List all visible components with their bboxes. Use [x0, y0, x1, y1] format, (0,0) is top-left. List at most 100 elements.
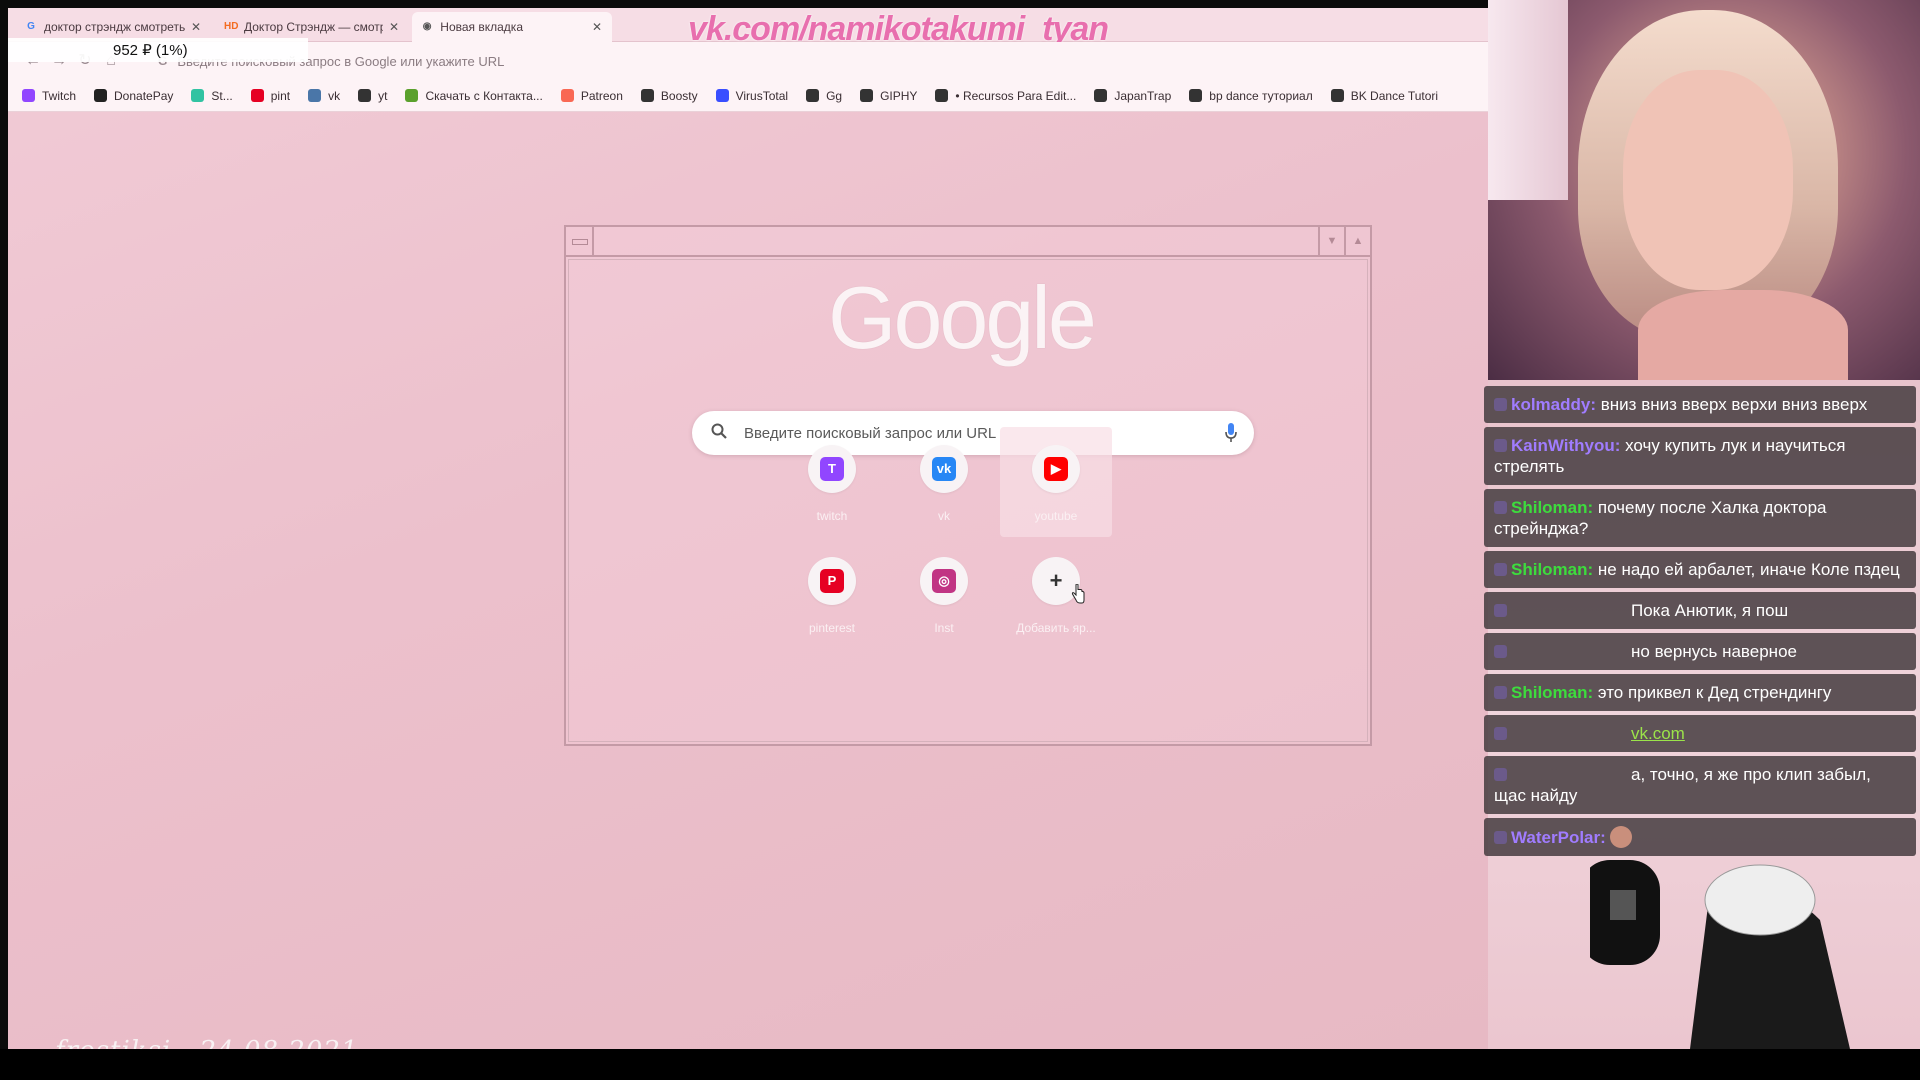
badge-icon: [1494, 501, 1507, 514]
bookmark-item[interactable]: VirusTotal: [715, 88, 789, 103]
address-bar[interactable]: G Введите поисковый запрос в Google или …: [158, 47, 1478, 75]
donation-amount: 952 ₽ (1%): [113, 42, 188, 59]
twitch-icon: [22, 89, 35, 102]
chat-username: kolmaddy:: [1511, 395, 1597, 414]
tab-title: Доктор Стрэндж — смотреть он: [244, 20, 383, 34]
globe-icon: [358, 89, 372, 102]
close-icon[interactable]: ✕: [191, 20, 201, 34]
retro-window-bar: ▼ ▲: [566, 227, 1370, 257]
shortcut-label: vk: [938, 509, 950, 523]
shortcut-label: Добавить яр...: [1016, 621, 1096, 635]
donation-goal-overlay: 952 ₽ (1%): [8, 38, 308, 62]
shortcut-tile[interactable]: Ppinterest: [776, 539, 888, 649]
chat-text: не надо ей арбалет, иначе Коле пздец: [1593, 560, 1900, 579]
emote-icon: [1609, 826, 1632, 848]
chat-message: WaterPolar:: [1484, 818, 1916, 856]
globe-icon: [1189, 89, 1203, 102]
bookmark-item[interactable]: BK Dance Tutori: [1330, 88, 1439, 103]
bookmark-label: • Recursos Para Edit...: [955, 88, 1077, 103]
badge-icon: [1494, 727, 1507, 740]
google-icon: G: [27, 21, 35, 32]
shortcut-icon-circle: vk: [920, 445, 968, 493]
plus-icon: +: [1049, 568, 1063, 593]
bookmark-item[interactable]: yt: [358, 89, 387, 103]
bookmark-item[interactable]: Twitch: [22, 89, 76, 103]
vk-icon: [308, 89, 322, 102]
tab-title: доктор стрэндж смотреть онла: [43, 20, 185, 34]
chat-username: Shiloman:: [1511, 683, 1594, 702]
google-logo: Google: [828, 268, 1097, 367]
bookmark-item[interactable]: vk: [308, 89, 340, 103]
shortcut-icon-circle: P: [808, 557, 856, 605]
bookmark-label: vk: [328, 88, 341, 103]
bookmark-label: Twitch: [42, 88, 77, 103]
chat-username: KainWithyou:: [1511, 436, 1621, 455]
bookmark-label: VirusTotal: [735, 88, 789, 103]
bookmark-item[interactable]: bp dance туториал: [1189, 89, 1313, 103]
bookmark-label: BK Dance Tutori: [1350, 88, 1439, 103]
bookmark-label: Скачать с Контакта...: [425, 88, 543, 103]
bookmark-item[interactable]: JapanTrap: [1094, 89, 1171, 103]
close-icon[interactable]: ✕: [592, 20, 602, 34]
chat-message: Shiloman: не надо ей арбалет, иначе Коле…: [1484, 551, 1916, 588]
globe-icon: [806, 89, 820, 102]
bookmark-label: St...: [211, 88, 233, 103]
chevron-down-icon: ▼: [1318, 227, 1344, 255]
stream-frame: G доктор стрэндж смотреть онла ✕ HD Докт…: [0, 0, 1920, 1080]
chat-message: KainWithyou: хочу купить лук и научиться…: [1484, 427, 1916, 485]
bookmark-item[interactable]: pint: [250, 88, 291, 103]
shortcut-icon-circle: ▶: [1032, 445, 1080, 493]
bookmark-label: Boosty: [660, 88, 698, 103]
chat-message: Пока Анютик, я пош: [1484, 592, 1916, 629]
chat-text: Пока Анютик, я пош: [1631, 601, 1789, 620]
bookmark-label: DonatePay: [114, 88, 174, 103]
bookmarks-bar: Twitch DonatePay St... pint vk yt Скачать с Ко…: [8, 80, 1488, 112]
new-tab-panel: ▼ ▲ Google Ttwitch vk vk ▶ youtube Ppinterest…: [564, 225, 1372, 746]
chat-message: kolmaddy: вниз вниз вверх верхи вниз вве…: [1484, 386, 1916, 423]
bookmark-item[interactable]: St...: [191, 88, 233, 103]
shortcut-tile[interactable]: ▶ youtube: [1000, 427, 1112, 537]
bookmark-label: pint: [270, 88, 291, 103]
shortcut-icon-circle: ◎: [920, 557, 968, 605]
chat-text: вниз вниз вверх верхи вниз вверх: [1596, 395, 1868, 414]
background-light: [1488, 0, 1568, 200]
shortcut-tile[interactable]: vk vk: [888, 427, 1000, 537]
minimize-icon: [566, 227, 594, 255]
vk-icon: vk: [932, 457, 956, 481]
bookmark-item[interactable]: Скачать с Контакта...: [405, 88, 543, 103]
bookmark-item[interactable]: DonatePay: [94, 89, 173, 103]
microphone-icon[interactable]: [1224, 422, 1238, 444]
bookmark-item[interactable]: Patreon: [560, 88, 623, 103]
chat-message: а, точно, я же про клип забыл, щас найду: [1484, 756, 1916, 814]
bookmark-item[interactable]: GIPHY: [860, 89, 917, 103]
shortcut-tile[interactable]: ◎ Inst: [888, 539, 1000, 649]
badge-icon: [1494, 563, 1507, 576]
shortcut-tile[interactable]: + Добавить яр...: [1000, 539, 1112, 649]
chevron-up-icon: ▲: [1344, 227, 1370, 255]
streamer-neck: [1638, 290, 1848, 380]
globe-icon: [640, 89, 654, 102]
shortcut-label: pinterest: [808, 621, 856, 635]
tab-title: Новая вкладка: [440, 20, 523, 34]
badge-icon: [1494, 604, 1507, 617]
shortcut-tile[interactable]: Ttwitch: [776, 427, 888, 537]
bookmark-label: JapanTrap: [1114, 88, 1172, 103]
bookmark-item[interactable]: Boosty: [640, 88, 698, 103]
chat-text: а, точно, я же про клип забыл, щас найду: [1494, 765, 1871, 805]
bookmark-label: GIPHY: [880, 88, 918, 103]
close-icon[interactable]: ✕: [389, 20, 399, 34]
webcam-feed: [1488, 0, 1920, 380]
chat-text: это приквел к Дед стрендингу: [1593, 683, 1832, 702]
virustotal-icon: [715, 89, 729, 102]
bookmark-item[interactable]: • Recursos Para Edit...: [935, 89, 1076, 103]
hand-cursor-icon: [1071, 584, 1085, 604]
badge-icon: [1494, 398, 1507, 411]
tab-strip: G доктор стрэндж смотреть онла ✕ HD Докт…: [8, 8, 1488, 48]
download-icon: [405, 89, 419, 102]
tab-new-tab[interactable]: ◉ Новая вкладка ✕: [412, 12, 612, 42]
search-icon: [711, 423, 727, 439]
bookmark-label: Patreon: [580, 88, 623, 103]
twitch-icon: T: [820, 457, 844, 481]
chat-link[interactable]: vk.com: [1631, 724, 1685, 743]
bookmark-item[interactable]: Gg: [806, 89, 842, 103]
